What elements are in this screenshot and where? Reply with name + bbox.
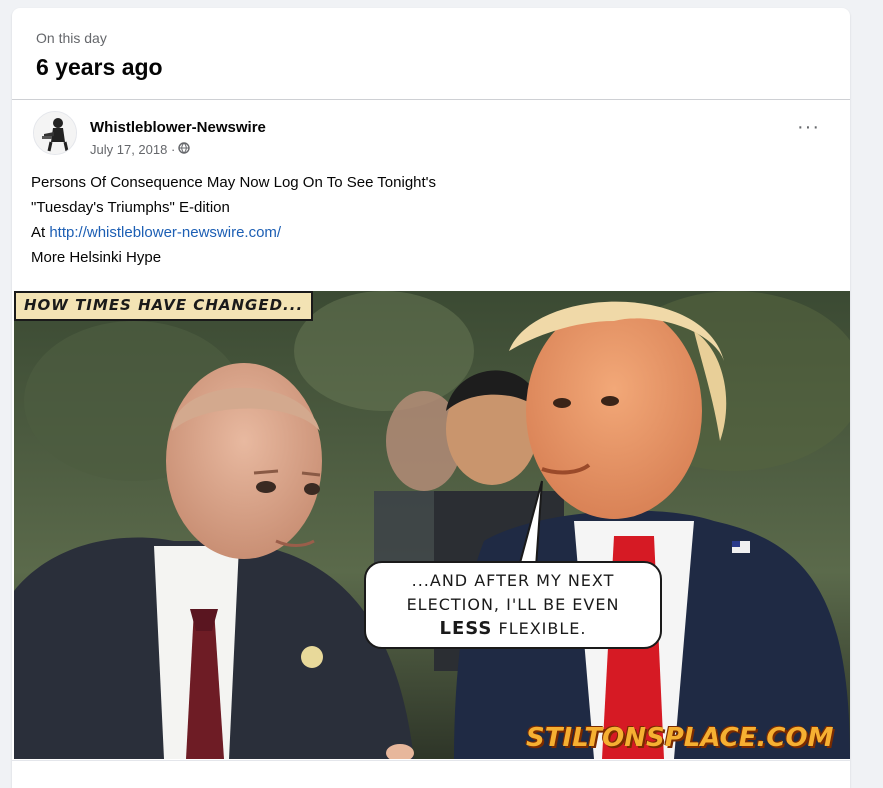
cartoon-photo <box>14 291 850 759</box>
avatar-logo-icon <box>34 112 76 154</box>
memory-card: On this day 6 years ago Whistleblower-Ne… <box>12 8 850 788</box>
footer-divider <box>12 760 850 761</box>
bubble-line-1: ...AND AFTER MY NEXT <box>411 571 615 590</box>
post-text: Persons Of Consequence May Now Log On To… <box>12 170 850 270</box>
post-text-line-2: "Tuesday's Triumphs" E-dition <box>31 199 230 216</box>
post-text-line-1: Persons Of Consequence May Now Log On To… <box>31 174 437 191</box>
post-date[interactable]: July 17, 2018 · <box>90 142 175 157</box>
image-caption: HOW TIMES HAVE CHANGED... <box>14 291 314 321</box>
post-link[interactable]: http://whistleblower-newswire.com/ <box>49 224 281 241</box>
speech-bubble: ...AND AFTER MY NEXT ELECTION, I'LL BE E… <box>364 561 662 649</box>
post-meta: July 17, 2018 · <box>90 142 190 157</box>
post-header: Whistleblower-Newswire July 17, 2018 · ·… <box>12 100 850 170</box>
memory-header: On this day 6 years ago <box>12 8 850 100</box>
more-options-icon[interactable]: ··· <box>797 117 820 137</box>
memory-headline: 6 years ago <box>36 54 163 80</box>
bubble-line-2: ELECTION, I'LL BE EVEN <box>406 595 620 614</box>
globe-icon <box>178 142 190 157</box>
memory-eyebrow: On this day <box>36 30 107 46</box>
post-text-line-3: At http://whistleblower-newswire.com/ <box>31 224 282 241</box>
post-image[interactable]: HOW TIMES HAVE CHANGED... ...AND AFTER M… <box>14 291 850 759</box>
bubble-strong-word: LESS <box>439 618 493 639</box>
author-name[interactable]: Whistleblower-Newswire <box>90 119 266 136</box>
post-text-line-4: More Helsinki Hype <box>31 249 162 266</box>
bubble-line-3: LESS FLEXIBLE. <box>439 618 587 639</box>
watermark: STILTONSPLACE.COM <box>526 723 834 753</box>
avatar[interactable] <box>33 111 77 155</box>
